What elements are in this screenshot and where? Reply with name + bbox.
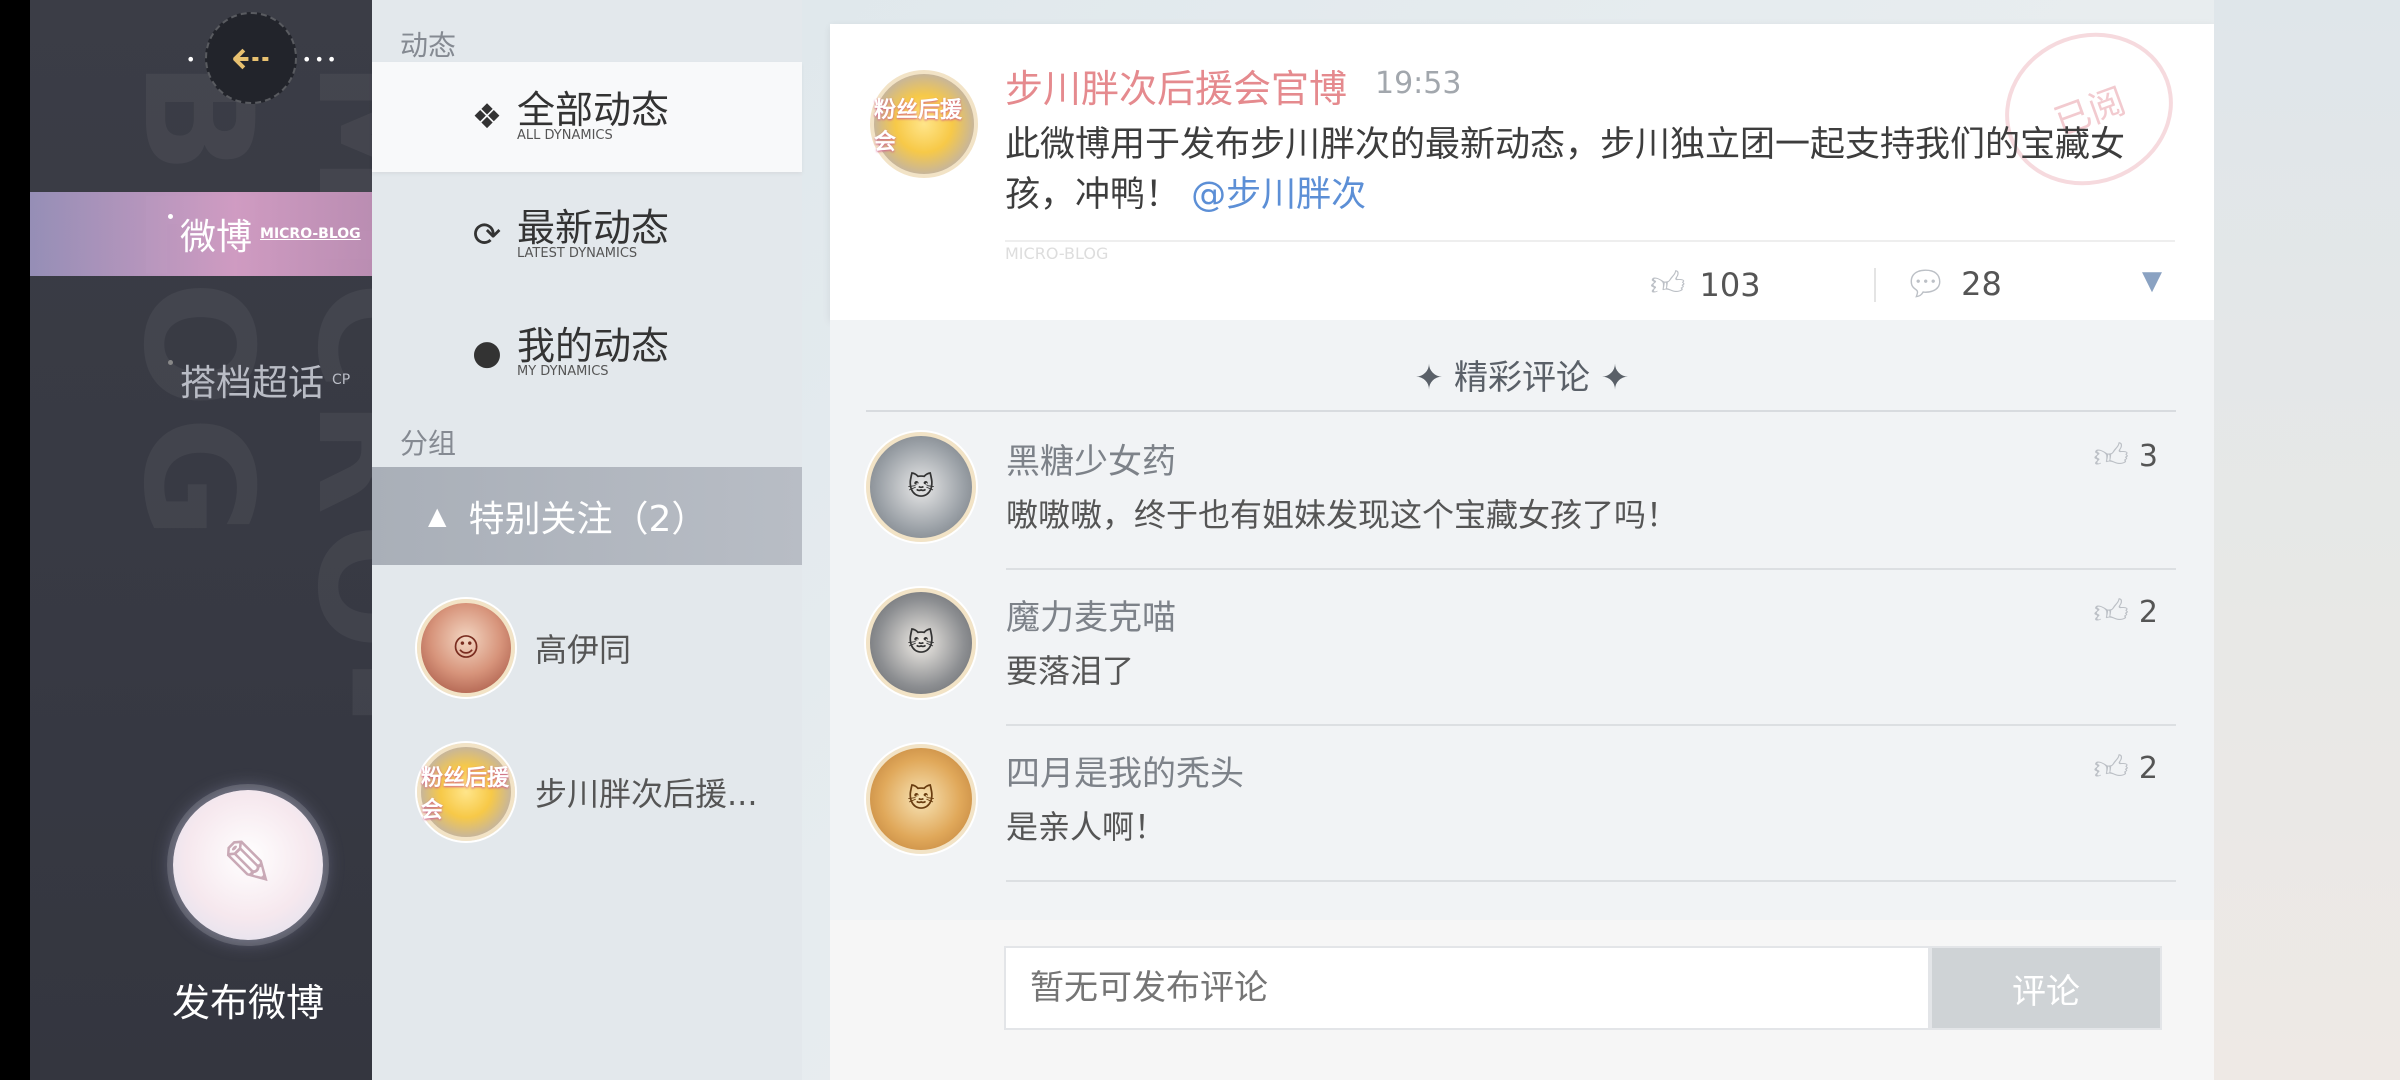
post-content: 此微博用于发布步川胖次的最新动态，步川独立团一起支持我们的宝藏女孩，冲鸭！ @步… (1005, 120, 2175, 220)
refresh-icon: ⟳ (472, 215, 502, 255)
screen-edge (0, 0, 30, 1080)
active-dot (168, 214, 173, 219)
avatar[interactable]: 粉丝后援会 (870, 70, 978, 178)
avatar[interactable]: 🐱︎ (866, 432, 976, 542)
sparkle-icon: ❖ (471, 97, 503, 137)
filter-panel: 动态 ❖ 全部动态 ALL DYNAMICS ⟳ 最新动态 LATEST DYN… (372, 0, 802, 1080)
filter-all-dynamics[interactable]: ❖ 全部动态 ALL DYNAMICS (372, 62, 802, 172)
pen-icon: ✎ (221, 828, 275, 902)
post-card: 已阅 粉丝后援会 步川胖次后援会官博 19:53 此微博用于发布步川胖次的最新动… (830, 9, 2214, 320)
thumbs-up-icon: 👍︎ (2093, 436, 2129, 476)
comment-item: 🐱︎ 四月是我的秃头 是亲人啊！ 👍︎ 2 (866, 726, 2176, 882)
inactive-dot (168, 360, 173, 365)
decor-dots: ••• (302, 50, 340, 69)
divider (1874, 268, 1876, 302)
sidebar-item-sublabel: MICRO-BLOG (260, 226, 361, 242)
comments-title: ✦ 精彩评论 ✦ (1414, 358, 1630, 398)
background-decoration (2214, 0, 2400, 1080)
comment-input[interactable] (1004, 946, 1930, 1030)
thumbs-up-icon: 👍︎ (2093, 748, 2129, 788)
collapse-triangle-icon: ▲ (428, 502, 447, 530)
like-button[interactable]: 👍︎ 103 (1650, 264, 1761, 305)
comment-author[interactable]: 四月是我的秃头 (1006, 746, 1244, 795)
divider (866, 410, 2176, 412)
comment-author[interactable]: 魔力麦克喵 (1006, 590, 1176, 639)
compose-button[interactable]: ✎ (173, 790, 323, 940)
comment-input-bar: 评论 (830, 920, 2214, 1080)
comment-like-count: 2 (2138, 595, 2158, 630)
filter-label: 最新动态 (517, 206, 670, 250)
comment-author[interactable]: 黑糖少女药 (1006, 434, 1176, 483)
expand-icon[interactable]: ▼ (2142, 266, 2162, 296)
comment-like-count: 2 (2138, 751, 2158, 786)
group-label: 特别关注（2） (468, 499, 708, 540)
contact-name: 高伊同 (535, 631, 632, 669)
divider (1006, 880, 2176, 882)
sidebar-item-microblog[interactable]: 微博 MICRO-BLOG (30, 192, 372, 276)
thumbs-up-icon: 👍︎ (2093, 592, 2129, 632)
comment-item: 🐱︎ 黑糖少女药 嗷嗷嗷，终于也有姐妹发现这个宝藏女孩了吗！ 👍︎ 3 (866, 414, 2176, 570)
avatar: ☺ (417, 599, 515, 697)
comment-count: 28 (1961, 265, 2002, 303)
avatar[interactable]: 🐱︎ (866, 588, 976, 698)
comments-section: ✦ 精彩评论 ✦ 🐱︎ 黑糖少女药 嗷嗷嗷，终于也有姐妹发现这个宝藏女孩了吗！ … (830, 320, 2214, 920)
contact-name: 步川胖次后援... (535, 775, 758, 813)
comment-item: 🐱︎ 魔力麦克喵 要落泪了 👍︎ 2 (866, 570, 2176, 726)
comment-text: 要落泪了 (1006, 652, 1135, 690)
filter-label: 我的动态 (517, 324, 670, 368)
comment-like-count: 3 (2138, 439, 2158, 474)
compose-label: 发布微博 (171, 981, 324, 1025)
comment-like-button[interactable]: 👍︎ 2 (2093, 748, 2158, 789)
sidebar: MICRO-BLOG • ⇠ ••• 微博 MICRO-BLOG 搭档超话 CP… (30, 0, 372, 1080)
group-special-follow[interactable]: ▲ 特别关注（2） (372, 467, 802, 565)
post-time: 19:53 (1375, 66, 1462, 101)
sidebar-item-label: 搭档超话 (180, 363, 325, 404)
sidebar-item-label: 微博 (180, 217, 253, 258)
submit-comment-button[interactable]: 评论 (1930, 946, 2162, 1030)
contact-item[interactable]: ☺ 高伊同 (417, 598, 797, 698)
comment-like-button[interactable]: 👍︎ 2 (2093, 592, 2158, 633)
back-button[interactable]: ⇠ (205, 12, 297, 104)
avatar: 粉丝后援会 (417, 743, 515, 841)
person-icon: ● (472, 333, 502, 373)
contact-item[interactable]: 粉丝后援会 步川胖次后援... (417, 742, 797, 842)
post-stats: 👍︎ 103 💬︎ 28 ▼ (830, 260, 2214, 310)
comment-text: 嗷嗷嗷，终于也有姐妹发现这个宝藏女孩了吗！ (1006, 496, 1679, 534)
sidebar-item-cp[interactable]: 搭档超话 CP (30, 338, 372, 422)
comment-text: 是亲人啊！ (1006, 808, 1167, 846)
avatar[interactable]: 🐱︎ (866, 744, 976, 854)
comment-like-button[interactable]: 👍︎ 3 (2093, 436, 2158, 477)
section-label-group: 分组 (400, 427, 457, 460)
comment-icon: 💬︎ (1904, 264, 1948, 304)
like-count: 103 (1699, 265, 1761, 304)
mention-link[interactable]: @步川胖次 (1191, 175, 1366, 215)
comment-button[interactable]: 💬︎ 28 (1904, 264, 2002, 304)
post-text: 此微博用于发布步川胖次的最新动态，步川独立团一起支持我们的宝藏女孩，冲鸭！ (1005, 125, 2126, 215)
filter-my-dynamics[interactable]: ● 我的动态 MY DYNAMICS (372, 298, 802, 408)
filter-latest-dynamics[interactable]: ⟳ 最新动态 LATEST DYNAMICS (372, 180, 802, 290)
filter-label: 全部动态 (517, 88, 670, 132)
sidebar-item-sublabel: CP (332, 372, 351, 388)
back-arrow-icon: ⇠ (230, 30, 272, 86)
thumbs-up-icon: 👍︎ (1650, 264, 1686, 304)
section-label-dynamics: 动态 (400, 29, 457, 62)
decor-dot: • (186, 50, 196, 69)
post-author[interactable]: 步川胖次后援会官博 (1005, 58, 1347, 113)
divider (1005, 240, 2175, 242)
